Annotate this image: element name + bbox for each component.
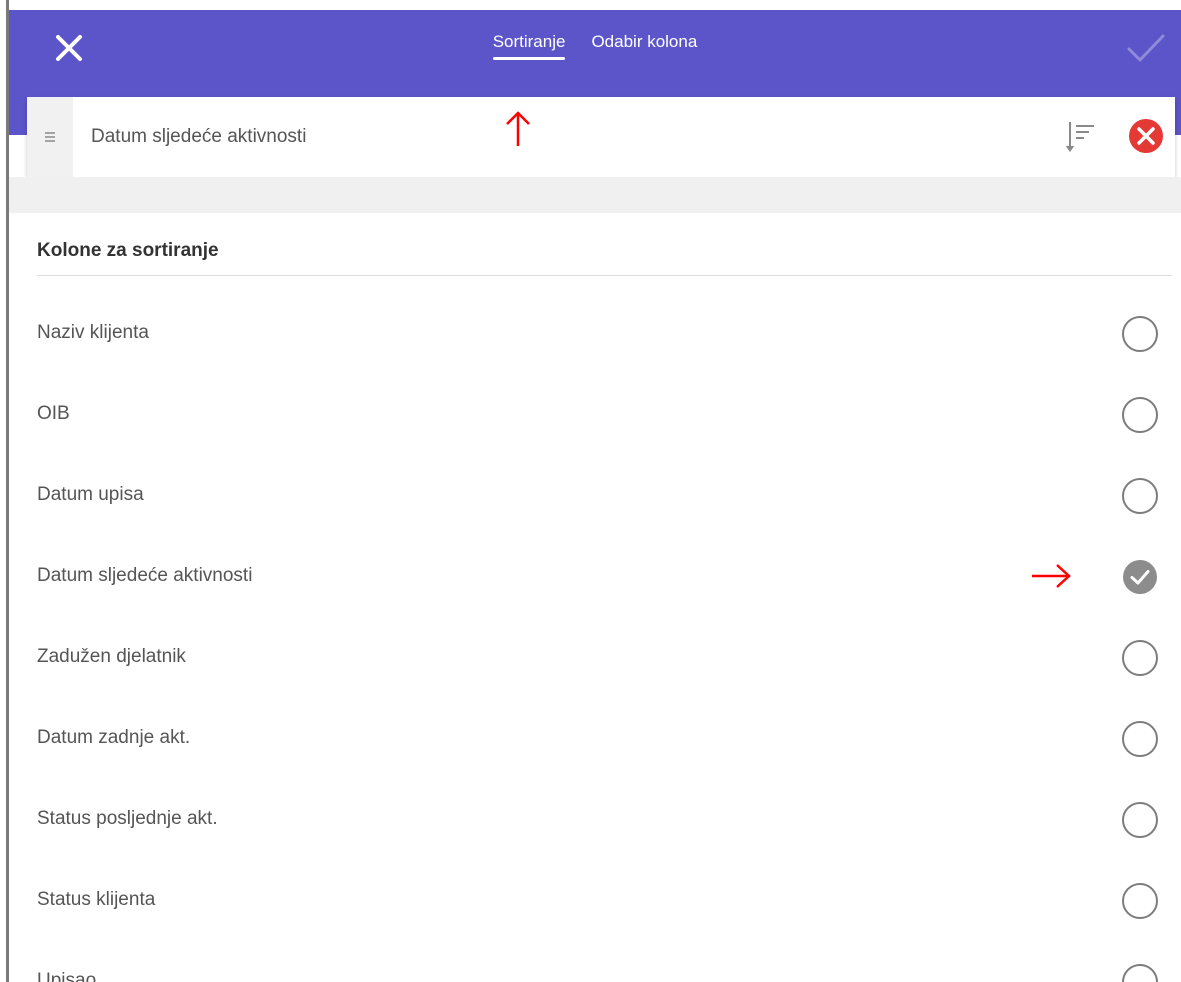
drag-handle-icon (45, 132, 55, 142)
selected-sort-card: Datum sljedeće aktivnosti (27, 97, 1175, 177)
column-label: Datum sljedeće aktivnosti (37, 565, 253, 586)
column-label: Datum upisa (37, 484, 144, 505)
tab-bar: Sortiranje Odabir kolona (9, 32, 1181, 60)
radio-button[interactable] (1122, 883, 1158, 919)
check-circle-icon (1123, 560, 1157, 594)
list-item[interactable]: Datum zadnje akt. (0, 699, 1181, 780)
column-label: Upisao (37, 970, 97, 982)
radio-button[interactable] (1122, 478, 1158, 514)
annotation-arrow-right-icon (1032, 564, 1071, 588)
column-label: Naziv klijenta (37, 322, 149, 343)
list-item[interactable]: Datum sljedeće aktivnosti (0, 537, 1181, 618)
annotation-arrow-up-icon (506, 111, 530, 146)
check-icon (1127, 34, 1165, 62)
column-label: OIB (37, 403, 70, 424)
selected-sort-label: Datum sljedeće aktivnosti (91, 126, 307, 147)
sort-descending-icon (1066, 122, 1094, 153)
list-item[interactable]: Status posljednje akt. (0, 780, 1181, 861)
list-item[interactable]: Naziv klijenta (0, 294, 1181, 375)
remove-sort-button[interactable] (1128, 118, 1164, 154)
radio-button-checked[interactable] (1122, 559, 1158, 595)
column-label: Datum zadnje akt. (37, 727, 191, 748)
column-label: Zadužen djelatnik (37, 646, 186, 667)
radio-button[interactable] (1122, 640, 1158, 676)
separator-band (9, 177, 1181, 213)
list-item[interactable]: Upisao (0, 942, 1181, 982)
list-item[interactable]: Status klijenta (0, 861, 1181, 942)
tab-sortiranje[interactable]: Sortiranje (492, 32, 565, 60)
radio-button[interactable] (1122, 802, 1158, 838)
drag-handle[interactable] (27, 97, 73, 177)
column-label: Status posljednje akt. (37, 808, 218, 829)
section-divider (37, 275, 1172, 276)
radio-button[interactable] (1122, 964, 1158, 982)
tab-odabir-kolona[interactable]: Odabir kolona (591, 32, 697, 60)
sort-direction-button[interactable] (1065, 119, 1097, 155)
list-item[interactable]: Datum upisa (0, 456, 1181, 537)
remove-circle-icon (1129, 119, 1163, 153)
list-item[interactable]: Zadužen djelatnik (0, 618, 1181, 699)
confirm-button[interactable] (1121, 30, 1171, 66)
radio-button[interactable] (1122, 316, 1158, 352)
radio-button[interactable] (1122, 397, 1158, 433)
section-title: Kolone za sortiranje (37, 240, 219, 261)
radio-button[interactable] (1122, 721, 1158, 757)
column-list: Naziv klijenta OIB Datum upisa Datum slj… (0, 294, 1181, 982)
column-label: Status klijenta (37, 889, 156, 910)
list-item[interactable]: OIB (0, 375, 1181, 456)
